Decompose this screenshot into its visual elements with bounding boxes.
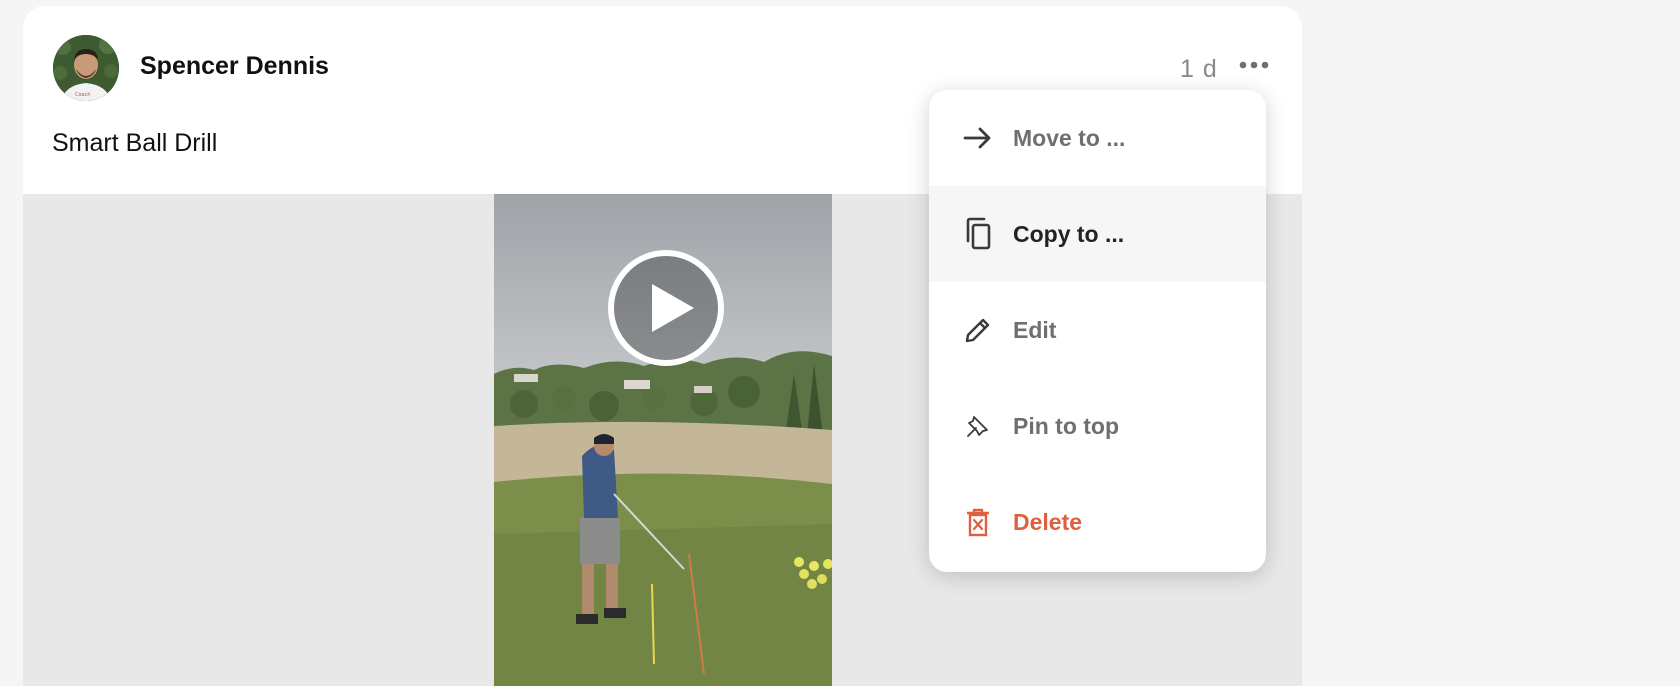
play-button[interactable] — [606, 248, 726, 368]
menu-item-label: Pin to top — [1013, 412, 1120, 439]
avatar[interactable]: Coach — [53, 35, 119, 101]
menu-item-edit[interactable]: Edit — [929, 282, 1266, 378]
menu-item-pin-to-top[interactable]: Pin to top — [929, 378, 1266, 474]
post-options-menu: Move to ... Copy to ... Edit Pin to top — [929, 90, 1266, 572]
post-title: Smart Ball Drill — [52, 129, 218, 157]
menu-item-label: Delete — [1013, 508, 1083, 535]
menu-item-label: Move to ... — [1013, 124, 1126, 151]
play-icon — [608, 250, 724, 366]
more-options-button[interactable] — [1238, 55, 1270, 75]
avatar-shirt-logo: Coach — [75, 92, 91, 98]
menu-item-delete[interactable]: Delete — [929, 474, 1266, 570]
more-horizontal-icon — [1239, 61, 1269, 69]
trash-icon — [961, 505, 995, 539]
post-timestamp: 1 d — [1180, 55, 1218, 83]
arrow-right-icon — [961, 121, 995, 155]
menu-item-move-to[interactable]: Move to ... — [929, 90, 1266, 186]
author-name[interactable]: Spencer Dennis — [140, 52, 329, 81]
pencil-icon — [961, 313, 995, 347]
pin-icon — [961, 409, 995, 443]
menu-item-label: Copy to ... — [1013, 220, 1125, 247]
menu-item-label: Edit — [1013, 316, 1057, 343]
copy-icon — [961, 217, 995, 251]
menu-item-copy-to[interactable]: Copy to ... — [929, 186, 1266, 282]
